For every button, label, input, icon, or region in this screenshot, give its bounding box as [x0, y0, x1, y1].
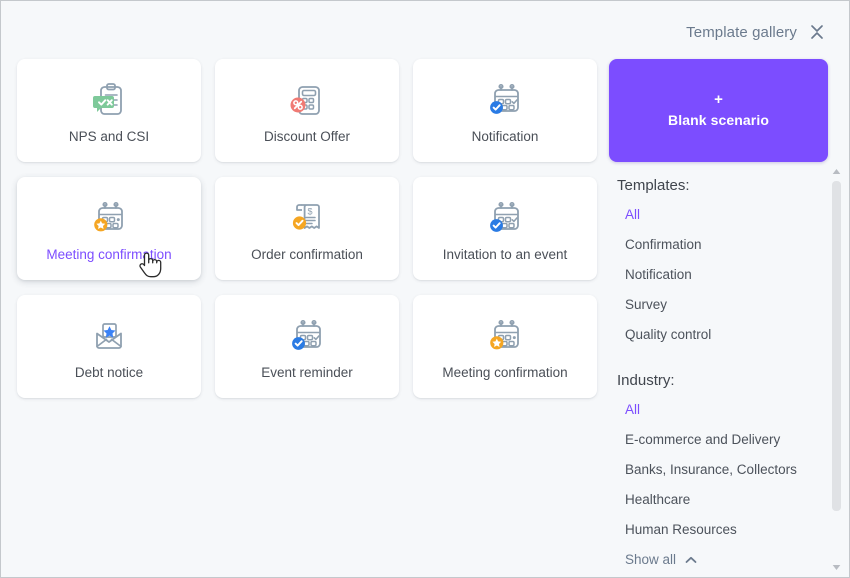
calendar-star-icon — [86, 195, 132, 245]
template-card-label: Meeting confirmation — [46, 246, 172, 262]
templates-filter-survey[interactable]: Survey — [609, 290, 831, 320]
show-all-button[interactable]: Show all — [609, 545, 831, 574]
collapse-chevrons-icon[interactable] — [809, 23, 825, 41]
envelope-star-icon — [86, 313, 132, 363]
template-card-label: Order confirmation — [251, 246, 363, 262]
calendar-check-icon — [284, 313, 330, 363]
template-card-order-confirmation[interactable]: $ Order confirmation — [215, 177, 399, 280]
blank-scenario-label: Blank scenario — [668, 112, 769, 128]
template-card-debt-notice[interactable]: Debt notice — [17, 295, 201, 398]
templates-filter-heading: Templates: — [617, 177, 690, 194]
scrollbar-thumb[interactable] — [832, 181, 841, 511]
scroll-down-arrow-icon[interactable] — [830, 561, 843, 573]
template-card-nps-and-csi[interactable]: NPS and CSI — [17, 59, 201, 162]
industry-filter-ecommerce-and-delivery[interactable]: E-commerce and Delivery — [609, 425, 831, 455]
sidebar-scrollbar[interactable] — [830, 165, 843, 573]
template-card-meeting-confirmation[interactable]: Meeting confirmation — [413, 295, 597, 398]
calendar-check-icon — [482, 195, 528, 245]
gallery-body: NPS and CSI Discount Offer Notification … — [1, 53, 849, 577]
scrollbar-track[interactable] — [832, 177, 841, 561]
calendar-star-icon — [482, 313, 528, 363]
template-card-label: Invitation to an event — [442, 246, 568, 262]
blank-scenario-button[interactable]: + Blank scenario — [609, 59, 828, 162]
svg-text:$: $ — [307, 206, 312, 216]
templates-filter-all[interactable]: All — [609, 200, 831, 230]
calculator-percent-icon — [284, 77, 330, 127]
scroll-up-arrow-icon[interactable] — [830, 165, 843, 177]
show-all-label: Show all — [625, 552, 677, 567]
industry-filter-healthcare[interactable]: Healthcare — [609, 485, 831, 515]
templates-filter-notification[interactable]: Notification — [609, 260, 831, 290]
template-card-grid: NPS and CSI Discount Offer Notification … — [17, 59, 597, 398]
template-card-event-reminder[interactable]: Event reminder — [215, 295, 399, 398]
template-card-label: Debt notice — [74, 364, 144, 380]
template-card-meeting-confirmation-hovered[interactable]: Meeting confirmation — [17, 177, 201, 280]
templates-filter-confirmation[interactable]: Confirmation — [609, 230, 831, 260]
template-card-label: Notification — [471, 128, 539, 144]
template-card-notification[interactable]: Notification — [413, 59, 597, 162]
industry-filter-heading: Industry: — [617, 372, 675, 389]
industry-filter-all[interactable]: All — [609, 395, 831, 425]
template-card-invitation-to-an-event[interactable]: Invitation to an event — [413, 177, 597, 280]
template-card-discount-offer[interactable]: Discount Offer — [215, 59, 399, 162]
clipboard-feedback-icon — [86, 77, 132, 127]
industry-filter-banks-insurance-collectors[interactable]: Banks, Insurance, Collectors — [609, 455, 831, 485]
template-card-label: NPS and CSI — [68, 128, 150, 144]
template-gallery-window: Template gallery NPS and CSI Discount Of… — [0, 0, 850, 578]
template-card-label: Event reminder — [261, 364, 353, 380]
filters-sidebar: Templates: All Confirmation Notification… — [609, 177, 831, 577]
template-card-label: Discount Offer — [263, 128, 351, 144]
receipt-check-icon: $ — [284, 195, 330, 245]
template-card-label: Meeting confirmation — [442, 364, 568, 380]
calendar-check-icon — [482, 77, 528, 127]
page-title: Template gallery — [686, 23, 797, 41]
plus-icon: + — [714, 91, 723, 108]
industry-filter-human-resources[interactable]: Human Resources — [609, 515, 831, 545]
gallery-header: Template gallery — [686, 21, 825, 43]
templates-filter-quality-control[interactable]: Quality control — [609, 320, 831, 350]
chevron-up-icon — [685, 552, 697, 567]
